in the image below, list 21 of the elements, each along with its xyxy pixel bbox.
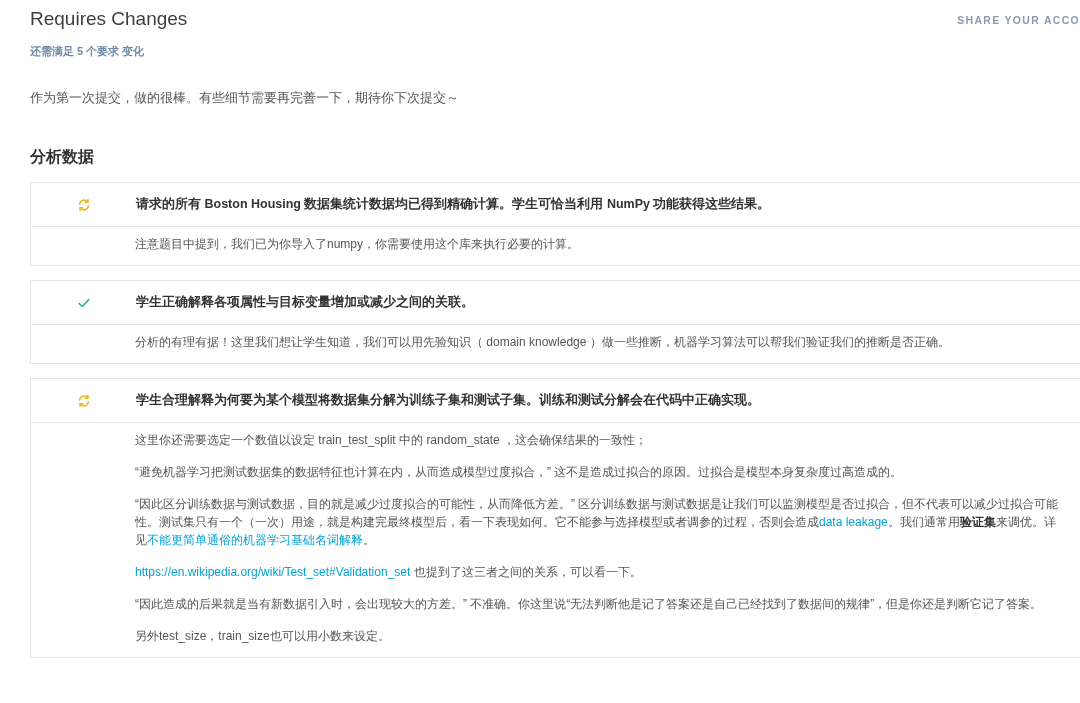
- intro-text: 作为第一次提交，做的很棒。有些细节需要再完善一下，期待你下次提交～: [30, 89, 460, 107]
- review-title: Requires Changes: [30, 7, 188, 31]
- refresh-icon: [76, 393, 91, 408]
- reviewer-comment: 注意题目中提到，我们已为你导入了numpy，你需要使用这个库来执行必要的计算。: [135, 236, 581, 253]
- reviewer-comment: https://en.wikipedia.org/wiki/Test_set#Validation_set 也提到了这三者之间的关系，可以看一下。: [135, 564, 643, 581]
- link[interactable]: 不能更简单通俗的机器学习基础名词解释: [147, 533, 363, 547]
- reviewer-comment: “因此造成的后果就是当有新数据引入时，会出现较大的方差。” 不准确。你这里说“无法判断他是记了答案还是自己已经找到了数据间的规律”，但是你还是判断它记了答案。: [135, 596, 1044, 613]
- reviewer-comment: 这里你还需要选定一个数值以设定 train_test_split 中的 random_state ，这会确保结果的一致性；: [135, 432, 649, 449]
- link[interactable]: https://en.wikipedia.org/wiki/Test_set#Validation_set: [135, 565, 411, 579]
- requirements-summary: 还需满足 5 个要求 变化: [30, 44, 146, 59]
- requirement-title: 学生正确解释各项属性与目标变量增加或减少之间的关联。: [136, 294, 474, 311]
- requirement-title: 学生合理解释为何要为某个模型将数据集分解为训练子集和测试子集。训练和测试分解会在代码中正确实现。: [136, 392, 760, 409]
- refresh-icon: [76, 197, 91, 212]
- requirement-title: 请求的所有 Boston Housing 数据集统计数据均已得到精确计算。学生可恰当利用 NumPy 功能获得这些结果。: [136, 196, 771, 213]
- reviewer-comment: “避免机器学习把测试数据集的数据特征也计算在内，从而造成模型过度拟合，” 这不是造成过拟合的原因。过拟合是模型本身复杂度过高造成的。: [135, 464, 904, 481]
- link[interactable]: data leakage: [819, 515, 888, 529]
- section-title: 分析数据: [30, 147, 95, 167]
- reviewer-comment: “因此区分训练数据与测试数据，目的就是减少过度拟合的可能性，从而降低方差。” 区分训练数据与测试数据是让我们可以监测模型是否过拟合，但不代表可以减少过拟合可能性。测试集只有一个（一次）用途，就是构建完最终模型后，看一下表现如何。它不能参与选择模型或者调参的过程，否则会造成data leakage。我们通常用验证集来调优。详见不能更简单通俗的机器学习基础名词解释。: [135, 496, 1060, 549]
- share-link[interactable]: SHARE YOUR ACCO: [957, 14, 1080, 26]
- reviewer-comment: 另外test_size，train_size也可以用小数来设定。: [135, 628, 391, 645]
- reviewer-comment: 分析的有理有据！这里我们想让学生知道，我们可以用先验知识（ domain knowledge ）做一些推断，机器学习算法可以帮我们验证我们的推断是否正确。: [135, 334, 951, 351]
